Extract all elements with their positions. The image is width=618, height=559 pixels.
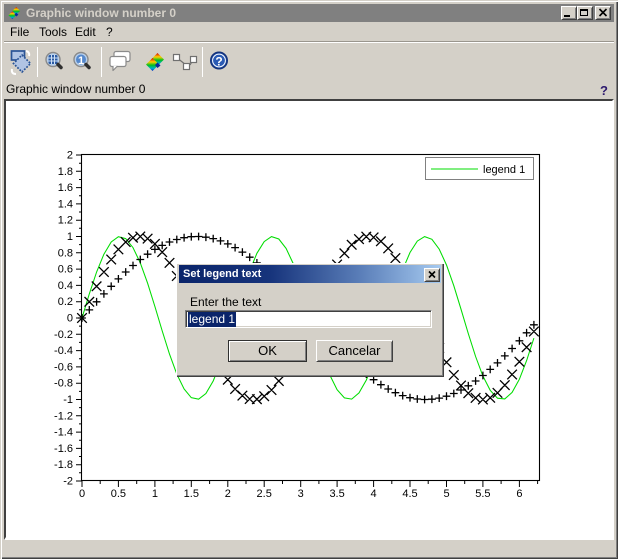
svg-text:5: 5 bbox=[443, 488, 449, 500]
svg-text:0: 0 bbox=[67, 313, 73, 325]
svg-text:-2: -2 bbox=[63, 476, 73, 488]
svg-text:5.5: 5.5 bbox=[475, 488, 490, 500]
svg-text:0.5: 0.5 bbox=[111, 488, 126, 500]
svg-text:1.8: 1.8 bbox=[58, 166, 73, 178]
svg-text:legend 1: legend 1 bbox=[483, 164, 525, 176]
svg-text:2: 2 bbox=[225, 488, 231, 500]
svg-text:-1.8: -1.8 bbox=[54, 459, 73, 471]
svg-text:3.5: 3.5 bbox=[329, 488, 344, 500]
svg-text:-1: -1 bbox=[63, 394, 73, 406]
svg-text:0.2: 0.2 bbox=[58, 296, 73, 308]
svg-text:1.6: 1.6 bbox=[58, 182, 73, 194]
svg-text:-0.4: -0.4 bbox=[54, 345, 73, 357]
svg-text:0.6: 0.6 bbox=[58, 264, 73, 276]
svg-text:1.4: 1.4 bbox=[58, 198, 73, 210]
svg-text:-1.6: -1.6 bbox=[54, 443, 73, 455]
svg-text:6: 6 bbox=[516, 488, 522, 500]
svg-text:4.5: 4.5 bbox=[402, 488, 417, 500]
svg-text:0.8: 0.8 bbox=[58, 247, 73, 259]
svg-text:4: 4 bbox=[371, 488, 377, 500]
svg-text:1: 1 bbox=[78, 55, 84, 67]
svg-text:3: 3 bbox=[298, 488, 304, 500]
svg-text:0.4: 0.4 bbox=[58, 280, 73, 292]
svg-text:1: 1 bbox=[67, 231, 73, 243]
svg-text:2: 2 bbox=[67, 150, 73, 162]
svg-text:1.5: 1.5 bbox=[184, 488, 199, 500]
svg-text:-0.8: -0.8 bbox=[54, 378, 73, 390]
svg-text:1: 1 bbox=[152, 488, 158, 500]
svg-text:1.2: 1.2 bbox=[58, 215, 73, 227]
svg-text:-0.6: -0.6 bbox=[54, 361, 73, 373]
svg-text:?: ? bbox=[215, 55, 222, 69]
svg-text:2.5: 2.5 bbox=[257, 488, 272, 500]
svg-text:-1.4: -1.4 bbox=[54, 427, 73, 439]
svg-text:-0.2: -0.2 bbox=[54, 329, 73, 341]
svg-text:-1.2: -1.2 bbox=[54, 410, 73, 422]
svg-text:0: 0 bbox=[79, 488, 85, 500]
